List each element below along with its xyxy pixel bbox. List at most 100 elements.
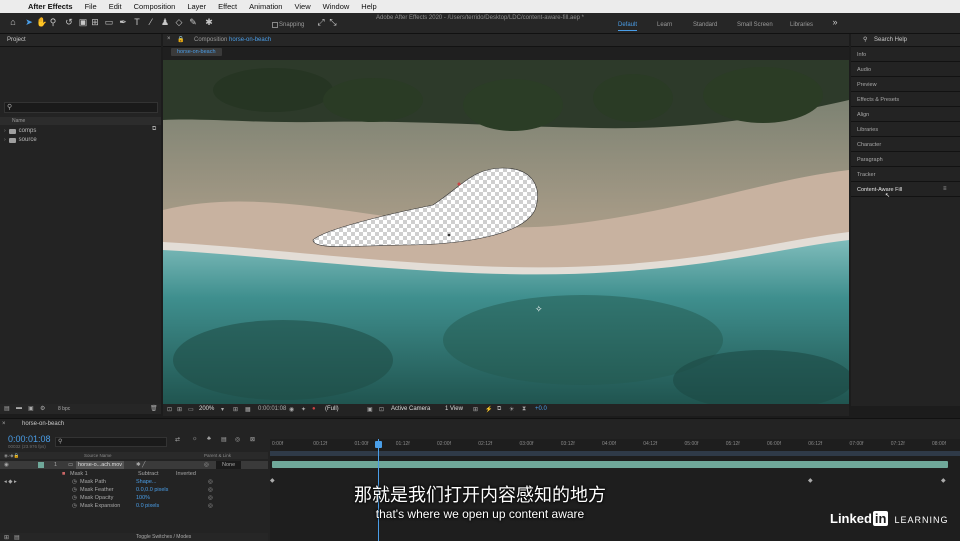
project-panel-title[interactable]: Project [7, 37, 26, 43]
snap-edges-icon[interactable]: ⤢ [316, 17, 326, 27]
color-channels-icon[interactable]: ● [312, 406, 316, 412]
reset-exposure-icon[interactable]: ☀ [509, 406, 514, 413]
camera-select[interactable]: Active Camera [391, 406, 430, 412]
fast-previews-icon[interactable]: ▣ [367, 406, 373, 413]
chevron-down-icon[interactable]: ▾ [221, 406, 224, 413]
panel-item-align[interactable]: Align [851, 108, 960, 122]
new-folder-icon[interactable]: ▬ [16, 405, 22, 411]
panel-menu-icon[interactable]: ≡ [943, 186, 947, 192]
mask-visibility-icon[interactable]: ⊞ [177, 406, 182, 413]
composition-viewport[interactable]: ✧ [163, 60, 849, 405]
viewer-timecode[interactable]: 0:00:01:08 [258, 406, 286, 412]
panel-item-preview[interactable]: Preview [851, 78, 960, 92]
composition-tab[interactable]: horse-on-beach [171, 48, 222, 56]
layer-row[interactable]: ◉ 1 ▭ horse-o...ach.mov ✱ ╱ ◎ None [0, 461, 268, 469]
workspace-small-screen[interactable]: Small Screen [737, 22, 773, 28]
pixel-aspect-icon[interactable]: ⊞ [473, 406, 478, 413]
panel-item-audio[interactable]: Audio [851, 63, 960, 77]
flowchart-icon[interactable]: ⧉ [152, 126, 156, 133]
graph-editor-icon[interactable]: ⊠ [250, 436, 255, 443]
parent-pickwhip-icon[interactable]: ◎ [204, 461, 209, 469]
show-channel-icon[interactable]: ✦ [301, 406, 306, 413]
motion-blur-icon[interactable]: ◎ [235, 436, 240, 443]
toggle-switches-modes-button[interactable]: Toggle Switches / Modes [136, 534, 191, 540]
bit-depth-label[interactable]: 8 bpc [58, 406, 70, 412]
search-help-field[interactable]: ⚲ Search Help [851, 34, 960, 47]
menu-view[interactable]: View [288, 0, 316, 13]
snap-features-icon[interactable]: ⤡ [328, 17, 338, 27]
eraser-tool-icon[interactable]: ◇ [174, 17, 184, 27]
composition-title[interactable]: Composition horse-on-beach [194, 37, 271, 43]
region-interest-icon[interactable]: ▭ [188, 406, 194, 413]
toggle-pixel-icon[interactable]: ⊡ [379, 406, 384, 413]
layer-name[interactable]: horse-o...ach.mov [76, 461, 125, 469]
home-icon[interactable]: ⌂ [8, 17, 18, 27]
parent-select[interactable]: None [216, 461, 242, 469]
label-color-swatch[interactable] [38, 462, 44, 468]
parent-link-column[interactable]: Parent & Link [204, 453, 231, 458]
mask-inverted-checkbox[interactable]: Inverted [176, 470, 196, 478]
workspace-standard[interactable]: Standard [693, 22, 717, 28]
fast-draft-icon[interactable]: ⚡ [485, 406, 492, 413]
comp-mini-flowchart-icon[interactable]: ⇄ [175, 436, 180, 443]
always-preview-icon[interactable]: ⊡ [167, 406, 172, 413]
menu-app[interactable]: After Effects [22, 0, 79, 13]
folder-item-source[interactable]: › source [4, 137, 37, 143]
clone-stamp-tool-icon[interactable]: ♟ [160, 17, 170, 27]
brush-tool-icon[interactable]: ⁄ [146, 17, 156, 27]
frame-blending-icon[interactable]: ▤ [221, 436, 227, 443]
work-area-bar[interactable] [270, 451, 960, 456]
timeline-search-input[interactable]: ⚲ [55, 437, 167, 447]
close-icon[interactable]: × [2, 421, 6, 427]
lock-icon[interactable]: 🔒 [177, 36, 184, 43]
view-layout-select[interactable]: 1 View [445, 406, 463, 412]
panel-item-character[interactable]: Character [851, 138, 960, 152]
switches-icon[interactable]: ✱ ╱ [136, 461, 145, 469]
workspace-libraries[interactable]: Libraries [790, 22, 813, 28]
close-icon[interactable]: × [167, 36, 171, 42]
layer-duration-bar[interactable] [272, 461, 948, 468]
project-search-input[interactable]: ⚲ [4, 102, 158, 113]
draft-3d-icon[interactable]: ☼ [192, 436, 198, 442]
visibility-eye-icon[interactable]: ◉ [4, 461, 9, 469]
rotate-tool-icon[interactable]: ↺ [64, 17, 74, 27]
menu-animation[interactable]: Animation [243, 0, 288, 13]
hand-tool-icon[interactable]: ✋ [36, 17, 47, 27]
panel-item-effects-presets[interactable]: Effects & Presets [851, 93, 960, 107]
type-tool-icon[interactable]: T [132, 17, 142, 27]
mask-name[interactable]: Mask 1 [70, 470, 88, 478]
folder-item-comps[interactable]: › comps [4, 128, 36, 134]
pan-behind-tool-icon[interactable]: ⊞ [90, 17, 100, 27]
timeline-timecode[interactable]: 0:00:01:08 [8, 434, 51, 444]
workspace-learn[interactable]: Learn [657, 22, 672, 28]
zoom-level[interactable]: 200% [199, 406, 214, 412]
new-composition-icon[interactable]: ▣ [28, 405, 34, 412]
timeline-tab[interactable]: horse-on-beach [22, 421, 64, 427]
menu-layer[interactable]: Layer [181, 0, 212, 13]
interpret-footage-icon[interactable]: ▤ [4, 405, 10, 412]
menu-window[interactable]: Window [317, 0, 356, 13]
grid-icon[interactable]: ⊞ [233, 406, 238, 413]
menu-effect[interactable]: Effect [212, 0, 243, 13]
panel-item-libraries[interactable]: Libraries [851, 123, 960, 137]
rectangle-tool-icon[interactable]: ▭ [104, 17, 114, 27]
panel-item-paragraph[interactable]: Paragraph [851, 153, 960, 167]
workspace-overflow-icon[interactable]: » [830, 17, 840, 27]
shy-layers-icon[interactable]: ♣ [207, 436, 211, 442]
roto-brush-tool-icon[interactable]: ✎ [188, 17, 198, 27]
menu-help[interactable]: Help [355, 0, 382, 13]
puppet-tool-icon[interactable]: ✱ [204, 17, 214, 27]
menu-composition[interactable]: Composition [128, 0, 182, 13]
mask-mode-select[interactable]: Subtract [138, 470, 158, 478]
menu-edit[interactable]: Edit [103, 0, 128, 13]
snapping-checkbox[interactable] [272, 22, 278, 28]
mask-color-swatch[interactable]: ■ [62, 470, 65, 478]
trash-icon[interactable]: 🗑 [150, 405, 158, 412]
panel-item-tracker[interactable]: Tracker [851, 168, 960, 182]
pen-tool-icon[interactable]: ✒ [118, 17, 128, 27]
camera-tool-icon[interactable]: ▣ [78, 17, 88, 27]
resolution-select[interactable]: (Full) [325, 406, 339, 412]
name-column-label[interactable]: Name [12, 118, 25, 124]
apple-icon[interactable] [8, 0, 22, 13]
source-name-column[interactable]: Source Name [84, 453, 112, 458]
